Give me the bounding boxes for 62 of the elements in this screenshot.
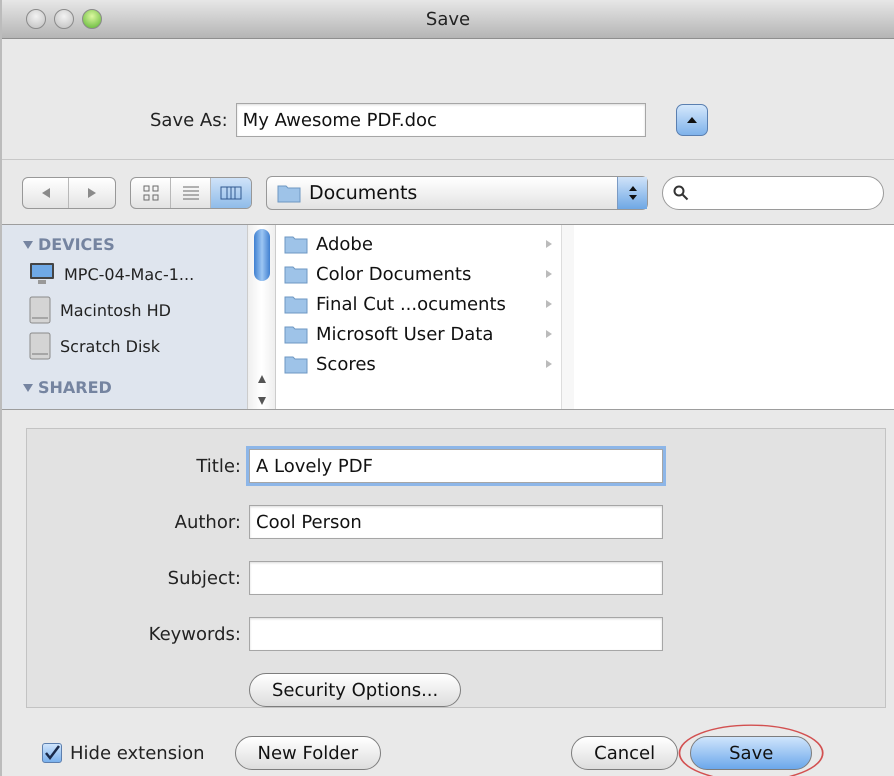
file-name-field[interactable]: My Awesome PDF.doc <box>236 103 646 138</box>
disclosure-triangle-icon[interactable] <box>22 382 34 394</box>
search-icon <box>673 185 689 202</box>
column-view-icon <box>220 185 242 202</box>
chevron-right-icon <box>545 359 553 370</box>
chevron-right-icon <box>545 269 553 280</box>
field-label: Keywords: <box>148 624 242 644</box>
folder-row[interactable]: Microsoft User Data <box>276 319 561 350</box>
search-field[interactable] <box>662 176 884 210</box>
disclosure-triangle-icon[interactable] <box>22 238 34 251</box>
dialog-button[interactable]: Save <box>690 736 812 770</box>
chevron-right-icon <box>545 299 553 310</box>
property-field[interactable]: Cool Person <box>249 505 663 539</box>
folder-icon <box>284 324 308 344</box>
close-button[interactable] <box>26 9 46 30</box>
field-label: Title: <box>195 456 242 476</box>
view-button[interactable] <box>211 178 251 208</box>
folder-icon <box>284 264 308 284</box>
left-triangle-icon <box>40 187 50 200</box>
back-forward-control[interactable] <box>22 177 116 210</box>
chevron-right-icon <box>545 239 553 250</box>
security-options-button[interactable]: Security Options... <box>249 673 462 707</box>
folder-row[interactable]: Color Documents <box>276 259 561 290</box>
hide-extension-label: Hide extension <box>70 742 205 764</box>
folder-icon <box>284 354 308 374</box>
hard-drive-icon <box>28 296 52 324</box>
folder-row[interactable]: Scores <box>276 349 561 380</box>
sidebar-item[interactable]: MPC-04-Mac-1... <box>22 258 247 290</box>
sidebar-item[interactable]: Scratch Disk <box>22 330 247 362</box>
minimize-button[interactable] <box>54 9 74 30</box>
scrollbar[interactable] <box>247 225 276 409</box>
sidebar-item[interactable]: Macintosh HD <box>22 294 247 326</box>
icon-view-icon <box>142 184 160 202</box>
folder-row[interactable]: Adobe <box>276 229 561 260</box>
folder-icon <box>284 234 308 254</box>
scroll-thumb[interactable] <box>254 229 270 282</box>
property-field[interactable] <box>249 561 663 595</box>
sidebar-heading: SHARED <box>38 378 112 398</box>
dialog-button[interactable]: New Folder <box>234 736 382 770</box>
save-as-label: Save As: <box>150 110 228 131</box>
location-popup[interactable]: Documents <box>266 176 648 210</box>
hide-extension-checkbox[interactable] <box>42 743 62 763</box>
hard-drive-icon <box>28 332 52 360</box>
property-field[interactable]: A Lovely PDF <box>249 449 663 483</box>
collapse-button[interactable] <box>676 104 708 136</box>
field-label: Subject: <box>166 568 242 588</box>
right-triangle-icon <box>87 187 97 200</box>
field-label: Author: <box>174 512 242 532</box>
chevron-right-icon <box>545 329 553 340</box>
window-title: Save <box>426 8 470 30</box>
folder-row[interactable]: Final Cut ...ocuments <box>276 289 561 320</box>
sidebar-heading: DEVICES <box>38 235 115 254</box>
monitor-icon <box>28 262 56 286</box>
list-view-icon <box>182 185 200 202</box>
property-field[interactable] <box>249 617 663 651</box>
folder-icon <box>284 294 308 314</box>
zoom-button[interactable] <box>82 9 102 30</box>
triangle-icon <box>686 115 698 126</box>
checkmark-icon <box>43 744 61 762</box>
up-down-arrows-icon <box>628 185 638 202</box>
dialog-button[interactable]: Cancel <box>571 736 678 770</box>
folder-icon <box>277 183 301 204</box>
